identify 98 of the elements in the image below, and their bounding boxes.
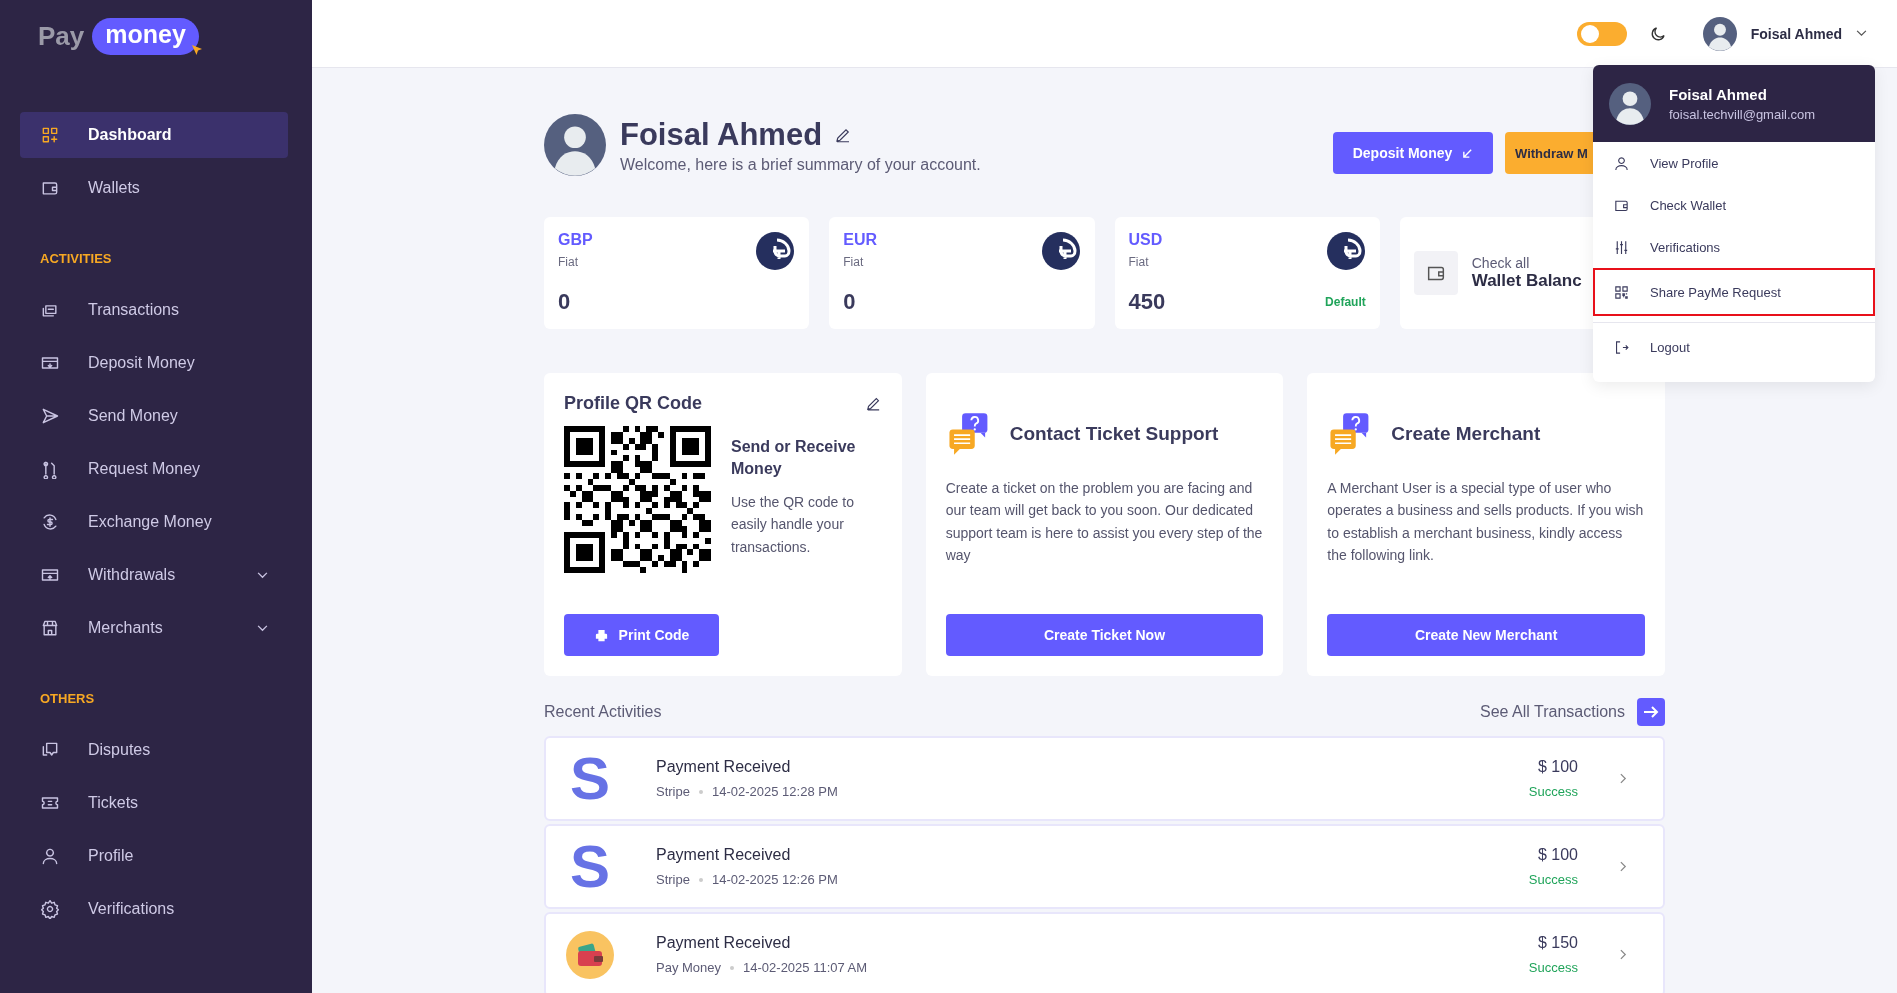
menu-item-icon xyxy=(1613,154,1630,172)
theme-toggle[interactable] xyxy=(1576,21,1627,46)
menu-item-icon xyxy=(1613,238,1630,256)
printer-icon xyxy=(593,627,609,643)
cursor-icon xyxy=(190,44,203,56)
sidebar-item[interactable]: Withdrawals xyxy=(20,552,288,598)
currency-type: Fiat xyxy=(558,255,579,269)
edit-icon[interactable] xyxy=(864,395,882,412)
transaction-row[interactable]: Payment Received Pay Money 14-02-2025 11:07 AM $ 150 Success xyxy=(544,912,1665,993)
card-description: A Merchant User is a special type of user who operates a business and sells products. If you wish to establish a merchant business, kindly access the following link. xyxy=(1327,479,1645,566)
transaction-date: 14-02-2025 12:26 PM xyxy=(711,872,838,887)
sidebar-item[interactable]: Profile xyxy=(20,833,288,879)
nav-section-heading: ACTIVITIES xyxy=(39,251,113,266)
chevron-right-icon[interactable] xyxy=(1620,949,1627,960)
currency-type: Fiat xyxy=(1128,255,1150,269)
print-code-button[interactable]: Print Code xyxy=(564,614,719,656)
transaction-status: Success xyxy=(1528,872,1578,887)
menu-item-icon xyxy=(40,899,60,919)
sidebar-item[interactable]: Disputes xyxy=(20,727,288,773)
sidebar-item[interactable]: Wallets xyxy=(20,165,288,211)
user-name[interactable]: Foisal Ahmed xyxy=(1750,25,1842,42)
menu-item-icon xyxy=(40,125,60,145)
dropdown-user-name: Foisal Ahmed xyxy=(1669,85,1768,103)
card-title: Create Merchant xyxy=(1391,423,1541,445)
section-title: Recent Activities xyxy=(544,703,662,721)
menu-item-icon xyxy=(40,459,60,479)
transaction-status: Success xyxy=(1528,784,1578,799)
sidebar-item[interactable]: Request Money xyxy=(20,446,288,492)
currency-code: EUR xyxy=(843,231,878,249)
wallet-balance: 0 xyxy=(558,289,571,315)
transaction-date: 14-02-2025 12:28 PM xyxy=(711,784,838,799)
wallet-logo-icon xyxy=(566,930,614,979)
wallet-balance: 450 xyxy=(1128,289,1166,315)
wallet-card[interactable]: USD Fiat 450 Default xyxy=(1114,217,1380,329)
transaction-amount: $ 100 xyxy=(1537,758,1578,776)
chevron-right-icon[interactable] xyxy=(1620,861,1627,872)
transaction-row[interactable]: S Payment Received Stripe 14-02-2025 12:26 PM $ 100 Success xyxy=(544,824,1665,909)
card-title: Profile QR Code xyxy=(564,393,702,414)
dropdown-user-email: foisal.techvill@gmail.com xyxy=(1669,106,1816,122)
arrow-right-icon[interactable] xyxy=(1637,698,1665,726)
arrow-down-left-icon xyxy=(1462,147,1474,159)
transaction-title: Payment Received xyxy=(656,846,792,864)
card-action-button[interactable]: Create New Merchant xyxy=(1327,614,1645,656)
chevron-down-icon[interactable] xyxy=(1856,30,1867,37)
welcome-text: Welcome, here is a brief summary of your account. xyxy=(620,155,982,174)
menu-item-icon xyxy=(40,406,60,426)
payment-method: Stripe xyxy=(656,784,690,799)
coin-logo-icon xyxy=(1325,231,1366,271)
card-action-button[interactable]: Create Ticket Now xyxy=(945,614,1264,656)
wallet-card[interactable]: GBP Fiat 0 xyxy=(544,217,810,329)
dropdown-menu-item[interactable]: Logout xyxy=(1593,322,1875,372)
transaction-status: Success xyxy=(1528,960,1578,975)
card-description: Create a ticket on the problem you are facing and our team will get back to you soon. Our dedicated support team is here to assist you every step of the way xyxy=(945,479,1264,566)
qr-description: Use the QR code to easily handle your transactions. xyxy=(731,492,855,557)
wallet-card[interactable]: EUR Fiat 0 xyxy=(829,217,1095,329)
logo-text: Pay xyxy=(38,20,85,52)
menu-item-icon xyxy=(40,618,60,638)
currency-type: Fiat xyxy=(843,255,865,269)
payment-logo: S xyxy=(570,748,610,809)
nav-section-heading: OTHERS xyxy=(39,691,96,706)
wallet-balance: 0 xyxy=(843,289,856,315)
see-all-link[interactable]: See All Transactions xyxy=(1480,703,1625,721)
deposit-money-button[interactable]: Deposit Money xyxy=(1333,132,1493,174)
sidebar-item[interactable]: Exchange Money xyxy=(20,499,288,545)
chevron-right-icon[interactable] xyxy=(1620,773,1627,784)
payment-logo: S xyxy=(570,836,610,897)
currency-code: USD xyxy=(1128,231,1163,249)
logo-badge: money xyxy=(92,17,199,55)
profile-name: Foisal Ahmed xyxy=(620,116,823,153)
avatar-icon xyxy=(1702,16,1737,51)
sidebar-item[interactable]: Tickets xyxy=(20,780,288,826)
menu-item-icon xyxy=(1613,339,1630,356)
transaction-title: Payment Received xyxy=(656,934,792,952)
transaction-amount: $ 100 xyxy=(1537,846,1578,864)
sidebar-item[interactable]: Send Money xyxy=(20,393,288,439)
transaction-date: 14-02-2025 11:07 AM xyxy=(743,960,868,975)
coin-logo-icon xyxy=(1040,231,1081,271)
payment-method: Pay Money xyxy=(656,960,722,975)
sidebar-item[interactable]: Transactions xyxy=(20,287,288,333)
avatar-icon xyxy=(544,114,606,176)
sidebar-item[interactable]: Verifications xyxy=(20,886,288,932)
transaction-amount: $ 150 xyxy=(1537,934,1578,952)
sidebar-item[interactable]: Merchants xyxy=(20,605,288,651)
avatar-icon xyxy=(1609,82,1651,125)
qr-heading: Send or Receive Money xyxy=(731,437,857,480)
sidebar-item[interactable]: Dashboard xyxy=(20,112,288,158)
default-label: Default xyxy=(1325,295,1366,309)
coin-logo-icon xyxy=(755,231,796,271)
payment-method: Stripe xyxy=(656,872,690,887)
balance-caption: Check all xyxy=(1471,255,1531,271)
currency-code: GBP xyxy=(558,231,593,249)
balance-title: Wallet Balanc xyxy=(1471,271,1582,291)
card-title: Contact Ticket Support xyxy=(1009,423,1219,445)
transaction-title: Payment Received xyxy=(656,758,792,776)
transaction-row[interactable]: S Payment Received Stripe 14-02-2025 12:28 PM $ 100 Success xyxy=(544,736,1665,821)
menu-item-icon xyxy=(1613,283,1630,301)
menu-item-icon xyxy=(40,846,60,866)
sidebar-item[interactable]: Deposit Money xyxy=(20,340,288,386)
